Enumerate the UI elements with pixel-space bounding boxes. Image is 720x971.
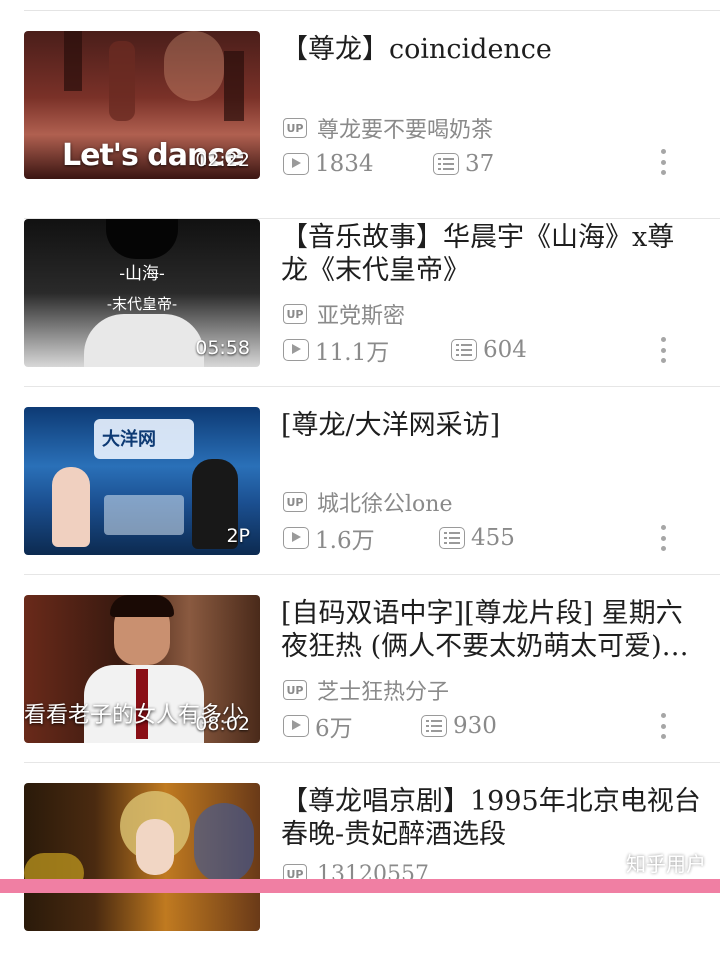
more-options-icon[interactable] <box>659 337 667 363</box>
video-duration: 05:58 <box>195 337 250 359</box>
video-thumbnail[interactable]: 看看老子的女人有多少 08:02 <box>24 595 260 743</box>
danmaku-icon <box>433 153 459 175</box>
item-divider <box>24 574 720 575</box>
danmaku-count: 930 <box>421 713 497 739</box>
video-duration: 08:02 <box>195 713 250 735</box>
uploader-row[interactable]: UP 尊龙要不要喝奶茶 <box>283 112 493 144</box>
play-count: 1834 <box>283 151 433 177</box>
up-badge-icon: UP <box>283 304 307 324</box>
danmaku-icon <box>421 715 447 737</box>
play-count-value: 6万 <box>315 716 353 742</box>
watermark: 知乎用户 <box>626 852 706 876</box>
video-duration: 02:22 <box>195 149 250 171</box>
play-icon <box>283 715 309 737</box>
video-title[interactable]: [尊龙/大洋网采访] <box>281 409 701 442</box>
video-title[interactable]: 【尊龙唱京剧】1995年北京电视台春晚-贵妃醉酒选段 <box>281 785 701 851</box>
danmaku-count-value: 604 <box>483 337 527 363</box>
play-icon <box>283 339 309 361</box>
danmaku-count: 455 <box>439 525 515 551</box>
play-count: 6万 <box>283 709 421 743</box>
video-thumbnail[interactable]: -山海- -末代皇帝- 05:58 <box>24 219 260 367</box>
video-stats: 6万 930 <box>283 713 703 742</box>
danmaku-count-value: 930 <box>453 713 497 739</box>
danmaku-count-value: 455 <box>471 525 515 551</box>
more-options-icon[interactable] <box>659 149 667 175</box>
thumbnail-logo: 大洋网 <box>102 429 156 450</box>
video-stats: 1.6万 455 <box>283 525 703 554</box>
play-count: 1.6万 <box>283 521 439 555</box>
uploader-name[interactable]: 芝士狂热分子 <box>317 674 449 706</box>
play-count: 11.1万 <box>283 333 451 367</box>
uploader-row[interactable]: UP 芝士狂热分子 <box>283 674 449 706</box>
danmaku-icon <box>451 339 477 361</box>
item-divider <box>24 386 720 387</box>
video-stats: 1834 37 <box>283 149 703 177</box>
top-divider <box>24 10 720 11</box>
video-title[interactable]: 【音乐故事】华晨宇《山海》x尊龙《末代皇帝》 <box>281 221 701 287</box>
play-count-value: 1834 <box>315 151 374 177</box>
bottom-accent-bar <box>0 879 720 893</box>
danmaku-count-value: 37 <box>465 151 495 177</box>
video-thumbnail[interactable] <box>24 783 260 931</box>
up-badge-icon: UP <box>283 680 307 700</box>
video-thumbnail[interactable]: Let's dance 02:22 <box>24 31 260 179</box>
danmaku-count: 604 <box>451 337 527 363</box>
danmaku-count: 37 <box>433 151 494 177</box>
video-thumbnail[interactable]: 大洋网 2P <box>24 407 260 555</box>
video-item[interactable]: 【尊龙唱京剧】1995年北京电视台春晚-贵妃醉酒选段 UP 13120557 <box>0 783 720 971</box>
play-count-value: 1.6万 <box>315 528 375 554</box>
uploader-name[interactable]: 尊龙要不要喝奶茶 <box>317 112 493 144</box>
up-badge-icon: UP <box>283 492 307 512</box>
video-title[interactable]: 【尊龙】coincidence <box>281 33 701 66</box>
more-options-icon[interactable] <box>659 525 667 551</box>
thumbnail-caption: -山海- <box>119 264 165 284</box>
uploader-row[interactable]: UP 亚党斯密 <box>283 298 405 330</box>
video-stats: 11.1万 604 <box>283 337 703 366</box>
video-item[interactable]: -山海- -末代皇帝- 05:58 【音乐故事】华晨宇《山海》x尊龙《末代皇帝》… <box>0 219 720 407</box>
item-divider <box>24 762 720 763</box>
play-icon <box>283 153 309 175</box>
video-title[interactable]: [自码双语中字][尊龙片段] 星期六夜狂热 (俩人不要太奶萌太可爱)… <box>281 597 701 663</box>
thumbnail-caption: -末代皇帝- <box>106 295 178 313</box>
danmaku-icon <box>439 527 465 549</box>
uploader-row[interactable]: UP 城北徐公lone <box>283 486 452 518</box>
uploader-name[interactable]: 城北徐公lone <box>317 486 452 518</box>
video-item[interactable]: 大洋网 2P [尊龙/大洋网采访] UP 城北徐公lone 1.6万 455 <box>0 407 720 595</box>
video-item[interactable]: 看看老子的女人有多少 08:02 [自码双语中字][尊龙片段] 星期六夜狂热 (… <box>0 595 720 783</box>
video-duration: 2P <box>226 525 250 547</box>
more-options-icon[interactable] <box>659 713 667 739</box>
play-icon <box>283 527 309 549</box>
up-badge-icon: UP <box>283 118 307 138</box>
uploader-name[interactable]: 亚党斯密 <box>317 298 405 330</box>
video-item[interactable]: Let's dance 02:22 【尊龙】coincidence UP 尊龙要… <box>0 31 720 219</box>
play-count-value: 11.1万 <box>315 340 390 366</box>
